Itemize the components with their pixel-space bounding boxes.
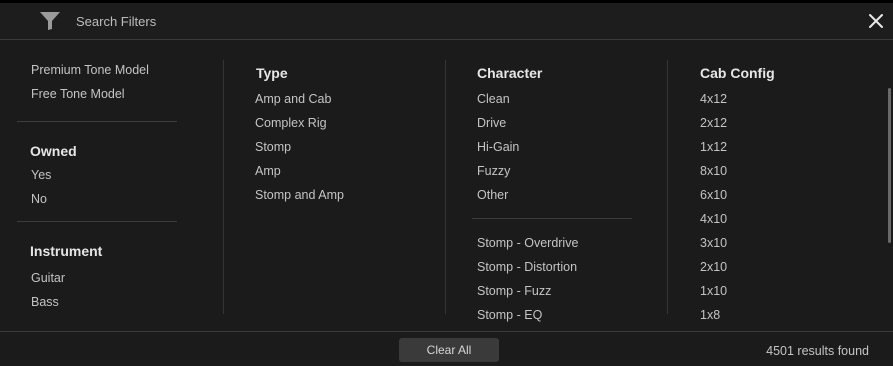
filter-option-fuzzy[interactable]: Fuzzy	[477, 164, 510, 178]
filter-option-2x10[interactable]: 2x10	[700, 260, 727, 274]
filter-option-stomp-eq[interactable]: Stomp - EQ	[477, 308, 542, 322]
funnel-icon	[40, 12, 60, 30]
divider	[17, 121, 177, 122]
filter-option-premium-tone-model[interactable]: Premium Tone Model	[31, 63, 149, 77]
filter-option-yes[interactable]: Yes	[31, 168, 51, 182]
filter-option-1x10[interactable]: 1x10	[700, 284, 727, 298]
filter-option-1x12[interactable]: 1x12	[700, 140, 727, 154]
column-divider	[667, 60, 668, 314]
filter-option-stomp[interactable]: Stomp	[255, 140, 291, 154]
filter-option-amp-and-cab[interactable]: Amp and Cab	[255, 92, 331, 106]
filter-option-no[interactable]: No	[31, 192, 47, 206]
filter-option-1x8[interactable]: 1x8	[700, 308, 720, 322]
filter-option-stomp-overdrive[interactable]: Stomp - Overdrive	[477, 236, 578, 250]
scrollbar-thumb[interactable]	[888, 88, 891, 243]
divider	[472, 218, 632, 219]
filter-option-complex-rig[interactable]: Complex Rig	[255, 116, 327, 130]
filter-option-amp[interactable]: Amp	[255, 164, 281, 178]
filter-option-clean[interactable]: Clean	[477, 92, 510, 106]
section-heading-cab-config: Cab Config	[700, 65, 775, 81]
filter-option-free-tone-model[interactable]: Free Tone Model	[31, 87, 125, 101]
section-heading-instrument: Instrument	[30, 243, 103, 259]
filter-option-stomp-distortion[interactable]: Stomp - Distortion	[477, 260, 577, 274]
close-icon[interactable]	[868, 13, 884, 29]
section-heading-character: Character	[477, 65, 543, 81]
filter-option-2x12[interactable]: 2x12	[700, 116, 727, 130]
filter-option-stomp-fuzz[interactable]: Stomp - Fuzz	[477, 284, 551, 298]
filter-option-hi-gain[interactable]: Hi-Gain	[477, 140, 519, 154]
header-title: Search Filters	[76, 14, 157, 29]
header-bar: Search Filters	[0, 3, 893, 40]
column-divider	[445, 60, 446, 314]
divider	[17, 221, 177, 222]
filter-option-stomp-and-amp[interactable]: Stomp and Amp	[255, 188, 344, 202]
results-count: 4501 results found	[766, 344, 869, 358]
column-divider	[223, 60, 224, 314]
filter-option-guitar[interactable]: Guitar	[31, 271, 65, 285]
section-heading-type: Type	[256, 65, 288, 81]
filter-option-4x12[interactable]: 4x12	[700, 92, 727, 106]
footer-bar: Clear All 4501 results found	[0, 331, 893, 366]
filter-option-3x10[interactable]: 3x10	[700, 236, 727, 250]
filter-option-6x10[interactable]: 6x10	[700, 188, 727, 202]
clear-all-button[interactable]: Clear All	[399, 338, 499, 362]
filter-option-drive[interactable]: Drive	[477, 116, 506, 130]
filter-option-8x10[interactable]: 8x10	[700, 164, 727, 178]
filter-option-bass[interactable]: Bass	[31, 295, 59, 309]
filter-option-other[interactable]: Other	[477, 188, 508, 202]
section-heading-owned: Owned	[30, 143, 77, 159]
filter-option-4x10[interactable]: 4x10	[700, 212, 727, 226]
